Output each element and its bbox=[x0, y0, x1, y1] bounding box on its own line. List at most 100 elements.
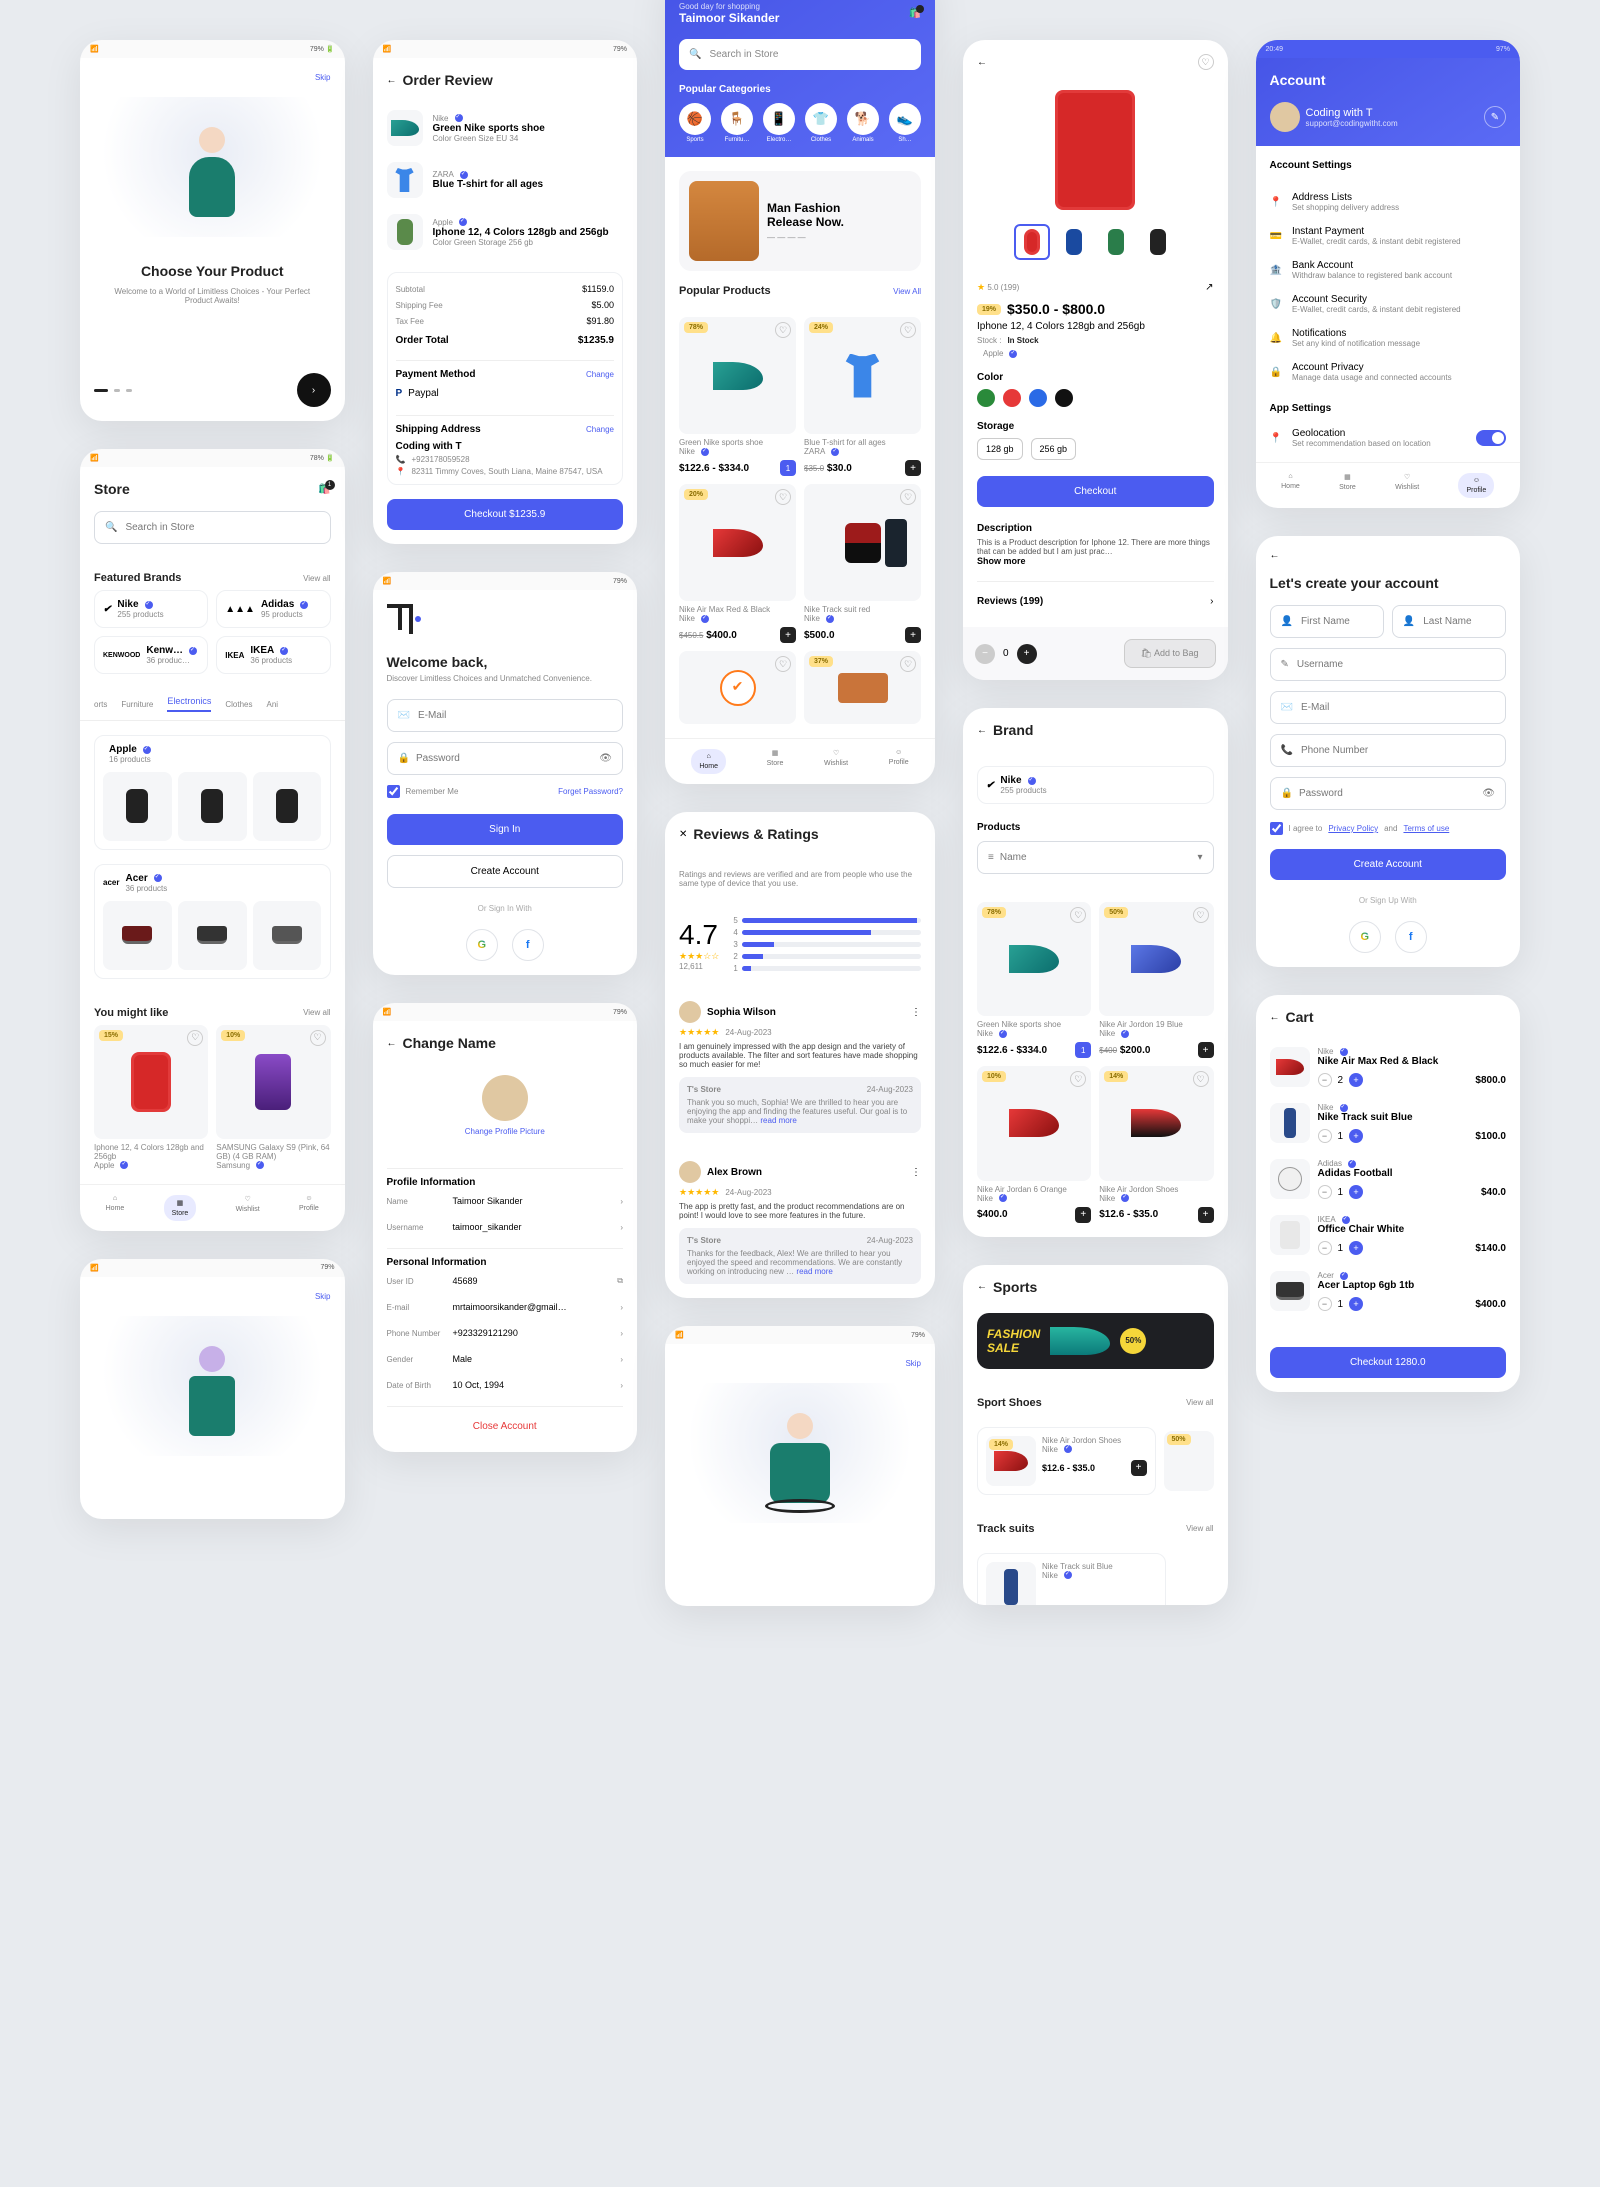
cart-icon[interactable]: 🛍️1 bbox=[318, 484, 330, 495]
create-account-button[interactable]: Create Account bbox=[387, 855, 624, 888]
search-input[interactable]: 🔍Search in Store bbox=[679, 39, 921, 70]
qty-plus[interactable]: + bbox=[1349, 1073, 1363, 1087]
brand-card[interactable]: KENWOODKenw…36 produc… bbox=[94, 636, 208, 674]
password-field[interactable]: 🔒 Password👁 bbox=[387, 742, 624, 775]
product-card[interactable]: 37%♡ bbox=[804, 651, 921, 724]
product-card[interactable]: 10%♡Nike Air Jordan 6 OrangeNike$400.0+ bbox=[977, 1066, 1091, 1222]
checkout-button[interactable]: Checkout $1235.9 bbox=[387, 499, 624, 530]
back-icon[interactable]: ← bbox=[977, 1281, 987, 1292]
back-icon[interactable]: ← bbox=[1270, 550, 1280, 561]
checkout-button[interactable]: Checkout 1280.0 bbox=[1270, 1347, 1507, 1378]
qty-minus[interactable]: − bbox=[1318, 1073, 1332, 1087]
brand-section-apple[interactable]: Apple16 products bbox=[94, 735, 331, 850]
view-all-link[interactable]: View All bbox=[893, 287, 921, 296]
thumb-row[interactable] bbox=[963, 216, 1228, 268]
first-name-field[interactable]: 👤 First Name bbox=[1270, 605, 1384, 638]
password-field[interactable]: 🔒 Password👁 bbox=[1270, 777, 1507, 810]
product-card[interactable]: 50%♡Nike Air Jordon 19 BlueNike$400 $200… bbox=[1099, 902, 1213, 1058]
product-card[interactable]: 24%♡Blue T-shirt for all agesZARA$35.0 $… bbox=[804, 317, 921, 476]
close-account-link[interactable]: Close Account bbox=[387, 1415, 624, 1438]
search-input[interactable]: 🔍Search in Store bbox=[94, 511, 331, 544]
product-card[interactable]: 78%♡Green Nike sports shoeNike$122.6 - $… bbox=[679, 317, 796, 476]
change-pic-link[interactable]: Change Profile Picture bbox=[383, 1127, 628, 1136]
fav-icon[interactable]: ♡ bbox=[1198, 54, 1214, 70]
username-field[interactable]: ✎ Username bbox=[1270, 648, 1507, 681]
brand-card[interactable]: ✔Nike255 products bbox=[94, 590, 208, 628]
phone-field[interactable]: 📞 Phone Number bbox=[1270, 734, 1507, 767]
profile-row[interactable]: User ID45689⧉ bbox=[387, 1268, 624, 1294]
read-more-link[interactable]: read more bbox=[760, 1116, 796, 1125]
email-field[interactable]: ✉️ E-Mail bbox=[387, 699, 624, 732]
agree-checkbox[interactable]: I agree to Privacy Policy and Terms of u… bbox=[1270, 822, 1507, 835]
change-link[interactable]: Change bbox=[586, 425, 614, 434]
bottom-nav[interactable]: ⌂Home▦Store♡Wishlist☺Profile bbox=[1256, 462, 1521, 508]
brand-card[interactable]: ▲▲▲Adidas95 products bbox=[216, 590, 330, 628]
profile-row[interactable]: Date of Birth10 Oct, 1994› bbox=[387, 1372, 624, 1398]
brand-section-acer[interactable]: acerAcer36 products bbox=[94, 864, 331, 979]
read-more-link[interactable]: read more bbox=[796, 1267, 832, 1276]
bottom-nav[interactable]: ⌂Home▦Store♡Wishlist☺Profile bbox=[665, 738, 935, 784]
product-card[interactable]: Nike Track suit BlueNike bbox=[977, 1553, 1166, 1605]
skip-link[interactable]: Skip bbox=[315, 73, 331, 82]
product-card[interactable]: ♡Nike Track suit redNike$500.0+ bbox=[804, 484, 921, 643]
google-button[interactable]: G bbox=[466, 929, 498, 961]
more-icon[interactable]: ⋮ bbox=[911, 1007, 921, 1018]
promo-banner[interactable]: Man Fashion Release Now.— — — — bbox=[679, 171, 921, 271]
settings-item[interactable]: 🛡️Account SecurityE-Wallet, credit cards… bbox=[1270, 287, 1507, 321]
reviews-row[interactable]: Reviews (199)› bbox=[977, 590, 1214, 613]
profile-row[interactable]: NameTaimoor Sikander› bbox=[387, 1188, 624, 1214]
view-all-link[interactable]: View all bbox=[303, 574, 330, 583]
product-card[interactable]: 78%♡Green Nike sports shoeNike$122.6 - $… bbox=[977, 902, 1091, 1058]
product-card[interactable]: 15%♡Iphone 12, 4 Colors 128gb and 256gbA… bbox=[94, 1025, 208, 1170]
show-more-link[interactable]: Show more bbox=[977, 556, 1026, 566]
bottom-nav[interactable]: ⌂Home▦Store♡Wishlist☺Profile bbox=[80, 1184, 345, 1231]
skip-link[interactable]: Skip bbox=[905, 1359, 921, 1368]
storage-option[interactable]: 128 gb bbox=[977, 438, 1023, 460]
profile-row[interactable]: E-mailmrtaimoorsikander@gmail…› bbox=[387, 1294, 624, 1320]
settings-item[interactable]: 🔒Account PrivacyManage data usage and co… bbox=[1270, 355, 1507, 389]
filter-dropdown[interactable]: ≡ Name▾ bbox=[977, 841, 1214, 874]
google-button[interactable]: G bbox=[1349, 921, 1381, 953]
back-icon[interactable]: ← bbox=[1270, 1012, 1280, 1023]
share-icon[interactable]: ↗ bbox=[1205, 282, 1213, 293]
product-card[interactable]: 14%♡Nike Air Jordon ShoesNike$12.6 - $35… bbox=[1099, 1066, 1213, 1222]
back-icon[interactable]: ← bbox=[387, 1038, 397, 1049]
qty-minus[interactable]: − bbox=[975, 644, 995, 664]
product-card[interactable]: ♡✔ bbox=[679, 651, 796, 724]
profile-row[interactable]: GenderMale› bbox=[387, 1346, 624, 1372]
geo-toggle-row[interactable]: 📍GeolocationSet recommendation based on … bbox=[1256, 428, 1521, 462]
back-icon[interactable]: ← bbox=[387, 75, 397, 86]
checkout-button[interactable]: Checkout bbox=[977, 476, 1214, 507]
qty-plus[interactable]: + bbox=[1017, 644, 1037, 664]
cart-icon[interactable]: 🛍️ bbox=[909, 8, 921, 19]
settings-item[interactable]: 🏦Bank AccountWithdraw balance to registe… bbox=[1270, 253, 1507, 287]
fav-icon[interactable]: ♡ bbox=[310, 1030, 326, 1046]
category-scroll[interactable]: 🏀Sports 🪑Furnitu… 📱Electro… 👕Clothes 🐕An… bbox=[679, 103, 921, 143]
fav-icon[interactable]: ♡ bbox=[187, 1030, 203, 1046]
settings-item[interactable]: 📍Address ListsSet shopping delivery addr… bbox=[1270, 185, 1507, 219]
profile-row[interactable]: Usernametaimoor_sikander› bbox=[387, 1214, 624, 1240]
category-tabs[interactable]: ortsFurnitureElectronicsClothesAni bbox=[80, 688, 345, 721]
view-all-link[interactable]: View all bbox=[303, 1008, 330, 1017]
change-link[interactable]: Change bbox=[586, 370, 614, 379]
swatch[interactable] bbox=[1055, 389, 1073, 407]
edit-icon[interactable]: ✎ bbox=[1484, 106, 1506, 128]
settings-item[interactable]: 💳Instant PaymentE-Wallet, credit cards, … bbox=[1270, 219, 1507, 253]
close-icon[interactable]: ✕ bbox=[679, 829, 687, 840]
product-card[interactable]: 14%Nike Air Jordon ShoesNike$12.6 - $35.… bbox=[977, 1427, 1156, 1495]
storage-option[interactable]: 256 gb bbox=[1031, 438, 1077, 460]
settings-item[interactable]: 🔔NotificationsSet any kind of notificati… bbox=[1270, 321, 1507, 355]
swatch[interactable] bbox=[977, 389, 995, 407]
facebook-button[interactable]: f bbox=[1395, 921, 1427, 953]
more-icon[interactable]: ⋮ bbox=[911, 1167, 921, 1178]
swatch[interactable] bbox=[1003, 389, 1021, 407]
back-icon[interactable]: ← bbox=[977, 57, 987, 68]
swatch[interactable] bbox=[1029, 389, 1047, 407]
brand-card[interactable]: IKEAIKEA36 products bbox=[216, 636, 330, 674]
email-field[interactable]: ✉️ E-Mail bbox=[1270, 691, 1507, 724]
view-all-link[interactable]: View all bbox=[1186, 1398, 1213, 1407]
last-name-field[interactable]: 👤 Last Name bbox=[1392, 605, 1506, 638]
product-card[interactable]: 10%♡SAMSUNG Galaxy S9 (Pink, 64 GB) (4 G… bbox=[216, 1025, 330, 1170]
profile-row[interactable]: Phone Number+923329121290› bbox=[387, 1320, 624, 1346]
product-card[interactable]: 20%♡Nike Air Max Red & BlackNike$450.5 $… bbox=[679, 484, 796, 643]
